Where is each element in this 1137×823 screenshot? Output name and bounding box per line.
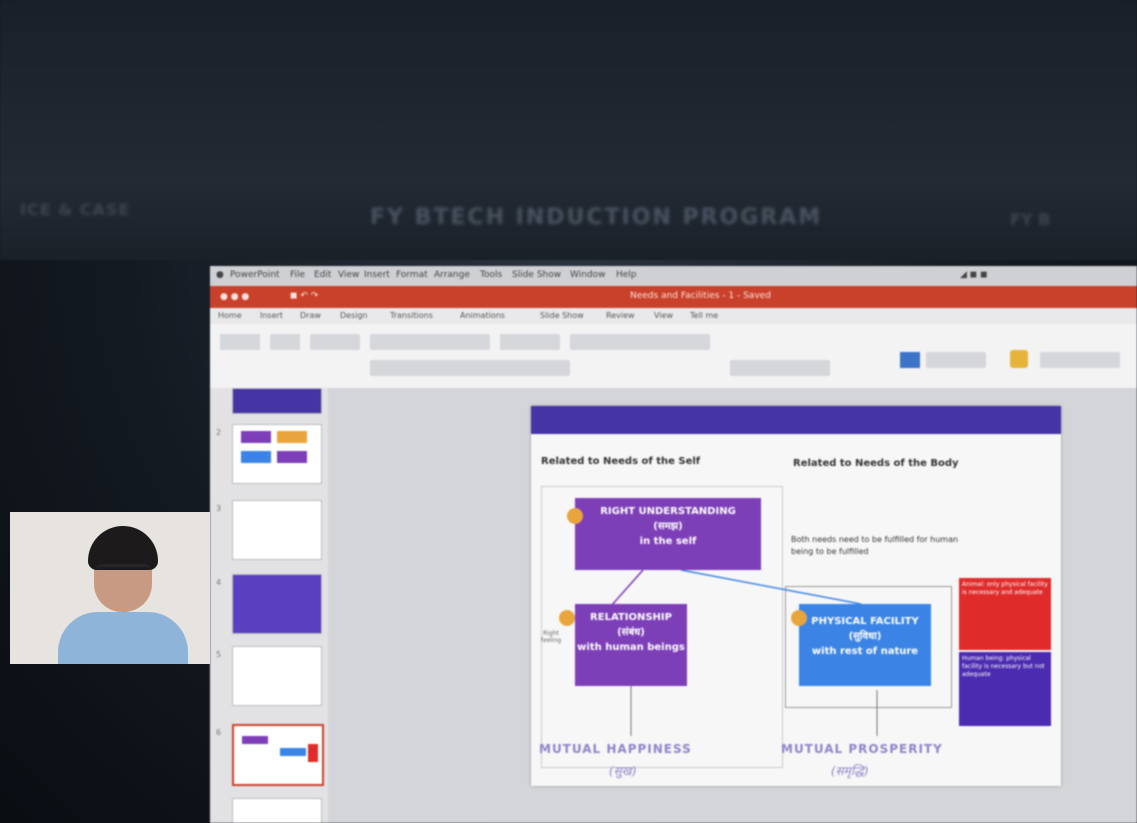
thumbnail-number: 2: [216, 428, 222, 437]
styles-button[interactable]: [1040, 352, 1120, 368]
relationship-box: RELATIONSHIP (संबंध) with human beings: [575, 604, 687, 686]
arrange-icon[interactable]: [1010, 350, 1028, 368]
menu-item[interactable]: Window: [570, 270, 606, 280]
thumb-shape: [241, 451, 271, 463]
tab-insert[interactable]: Insert: [260, 311, 283, 320]
box-line: (संबंध): [617, 627, 645, 638]
slide-thumbnail[interactable]: [232, 646, 322, 706]
menu-item[interactable]: Tools: [480, 270, 502, 280]
menu-item[interactable]: Edit: [314, 270, 331, 280]
projected-banner: ICE & CASE FY BTECH INDUCTION PROGRAM FY…: [0, 0, 1137, 260]
mutual-happiness-label: MUTUAL HAPPINESS: [539, 742, 692, 756]
menu-item[interactable]: PowerPoint: [230, 270, 280, 280]
slide-thumbnail[interactable]: [232, 798, 322, 823]
handwritten-annotation-left: (सुख): [609, 764, 637, 778]
font-size-selector[interactable]: [500, 334, 560, 350]
step-badge-icon: [791, 610, 807, 626]
picture-icon[interactable]: [900, 352, 920, 368]
box-line: with human beings: [577, 642, 685, 653]
window-controls-icon[interactable]: ● ● ●: [220, 292, 249, 302]
slide-thumbnail-selected[interactable]: [232, 724, 324, 786]
tab-draw[interactable]: Draw: [300, 311, 321, 320]
tab-slideshow[interactable]: Slide Show: [540, 311, 584, 320]
laptop-screen: ● PowerPoint File Edit View Insert Forma…: [210, 266, 1137, 823]
tab-animations[interactable]: Animations: [460, 311, 505, 320]
slide-thumbnail[interactable]: [232, 424, 322, 484]
banner-left-text: ICE & CASE: [20, 200, 131, 219]
step-badge-icon: [559, 610, 575, 626]
person-shirt: [58, 612, 188, 664]
tab-design[interactable]: Design: [340, 311, 368, 320]
box-line: (सुविधा): [848, 631, 882, 642]
thumbnail-number: 6: [216, 728, 222, 737]
right-understanding-box: RIGHT UNDERSTANDING (समझ) in the self: [575, 498, 761, 570]
tab-transitions[interactable]: Transitions: [390, 311, 433, 320]
box-line: (समझ): [653, 521, 683, 532]
menu-item[interactable]: Arrange: [434, 270, 470, 280]
tab-view[interactable]: View: [654, 311, 673, 320]
step-badge-icon: [567, 508, 583, 524]
menu-item[interactable]: Insert: [364, 270, 390, 280]
paste-button[interactable]: [220, 334, 260, 350]
thumbnail-number: 4: [216, 578, 222, 587]
menu-item[interactable]: Format: [396, 270, 428, 280]
slide-thumbnail[interactable]: [232, 500, 322, 560]
presenter-webcam: [10, 512, 210, 664]
thumb-shape: [241, 431, 271, 443]
banner-right-text: FY B: [1010, 210, 1051, 229]
ribbon-tabs: Home Insert Draw Design Transitions Anim…: [210, 308, 1137, 324]
handwritten-annotation-right: (समृद्धि): [831, 764, 869, 778]
mac-menubar: ● PowerPoint File Edit View Insert Forma…: [210, 266, 1137, 286]
menu-item[interactable]: Slide Show: [512, 270, 561, 280]
box-title: RELATIONSHIP: [590, 612, 672, 623]
box-line: with rest of nature: [811, 646, 919, 657]
thumb-shape: [308, 744, 318, 762]
slide-thumbnail[interactable]: [232, 388, 322, 414]
tab-home[interactable]: Home: [218, 311, 242, 320]
body-text: Both needs need to be fulfilled for huma…: [791, 535, 959, 556]
physical-facility-box: PHYSICAL FACILITY (सुविधा) with rest of …: [799, 604, 931, 686]
save-icon[interactable]: ◼ ↶ ↷: [290, 291, 318, 301]
font-selector[interactable]: [370, 334, 490, 350]
slide-thumbnails: 2 3 4 5 6: [210, 388, 329, 823]
paragraph-controls[interactable]: [570, 334, 710, 350]
animal-callout: Animal: only physical facility is necess…: [959, 578, 1051, 650]
format-controls[interactable]: [370, 360, 570, 376]
tab-tell-me[interactable]: Tell me: [690, 311, 718, 320]
menu-item[interactable]: File: [290, 270, 305, 280]
thumb-shape: [277, 431, 307, 443]
layout-button[interactable]: [310, 334, 360, 350]
banner-title: FY BTECH INDUCTION PROGRAM: [370, 205, 823, 230]
current-slide[interactable]: Related to Needs of the Self Related to …: [531, 406, 1061, 786]
apple-icon[interactable]: ●: [216, 270, 224, 280]
thumbnail-number: 5: [216, 650, 222, 659]
window-titlebar: ● ● ● ◼ ↶ ↷ Needs and Facilities - 1 - S…: [210, 286, 1137, 308]
thumbnail-number: 3: [216, 504, 222, 513]
wifi-icon[interactable]: ◢ ◼ ◼: [960, 270, 988, 280]
slide-thumbnail[interactable]: [232, 574, 322, 634]
document-title: Needs and Facilities - 1 - Saved: [630, 291, 771, 301]
thumb-shape: [280, 748, 306, 756]
box-title: PHYSICAL FACILITY: [811, 616, 919, 627]
ribbon-toolbar: [210, 324, 1137, 389]
shapes-button[interactable]: [926, 352, 986, 368]
side-note: Right feeling: [540, 630, 562, 644]
box-line: in the self: [639, 536, 697, 547]
box-title: RIGHT UNDERSTANDING: [600, 506, 736, 517]
alignment-controls[interactable]: [730, 360, 830, 376]
glasses-icon: [96, 564, 150, 579]
menu-item[interactable]: Help: [616, 270, 637, 280]
thumb-shape: [242, 736, 268, 744]
new-slide-button[interactable]: [270, 334, 300, 350]
human-callout: Human being: physical facility is necess…: [959, 652, 1051, 726]
menu-item[interactable]: View: [338, 270, 359, 280]
tab-review[interactable]: Review: [606, 311, 635, 320]
thumb-shape: [277, 451, 307, 463]
mutual-prosperity-label: MUTUAL PROSPERITY: [781, 742, 943, 756]
